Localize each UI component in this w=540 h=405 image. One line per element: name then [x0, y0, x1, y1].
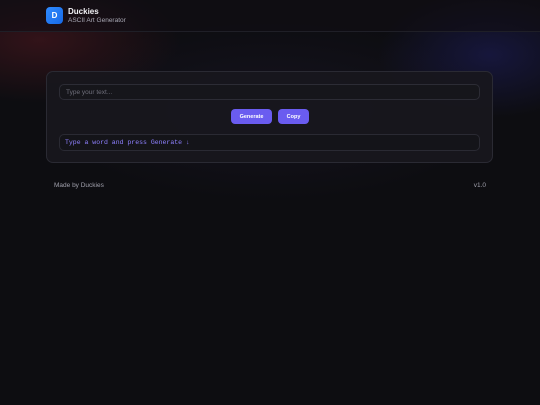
background-glow [0, 0, 540, 405]
app-subtitle: ASCII Art Generator [68, 17, 126, 24]
logo-letter: D [51, 11, 58, 20]
ascii-output: Type a word and press Generate ↓ [59, 134, 480, 151]
footer-credit: Made by Duckies [54, 182, 104, 189]
text-input[interactable] [59, 84, 480, 100]
app-header: D Duckies ASCII Art Generator [0, 0, 540, 32]
footer-version: v1.0 [473, 182, 486, 189]
generate-button[interactable]: Generate [231, 109, 272, 124]
copy-button[interactable]: Copy [278, 109, 309, 124]
app-name: Duckies [68, 7, 99, 16]
app-logo: D [46, 7, 63, 24]
